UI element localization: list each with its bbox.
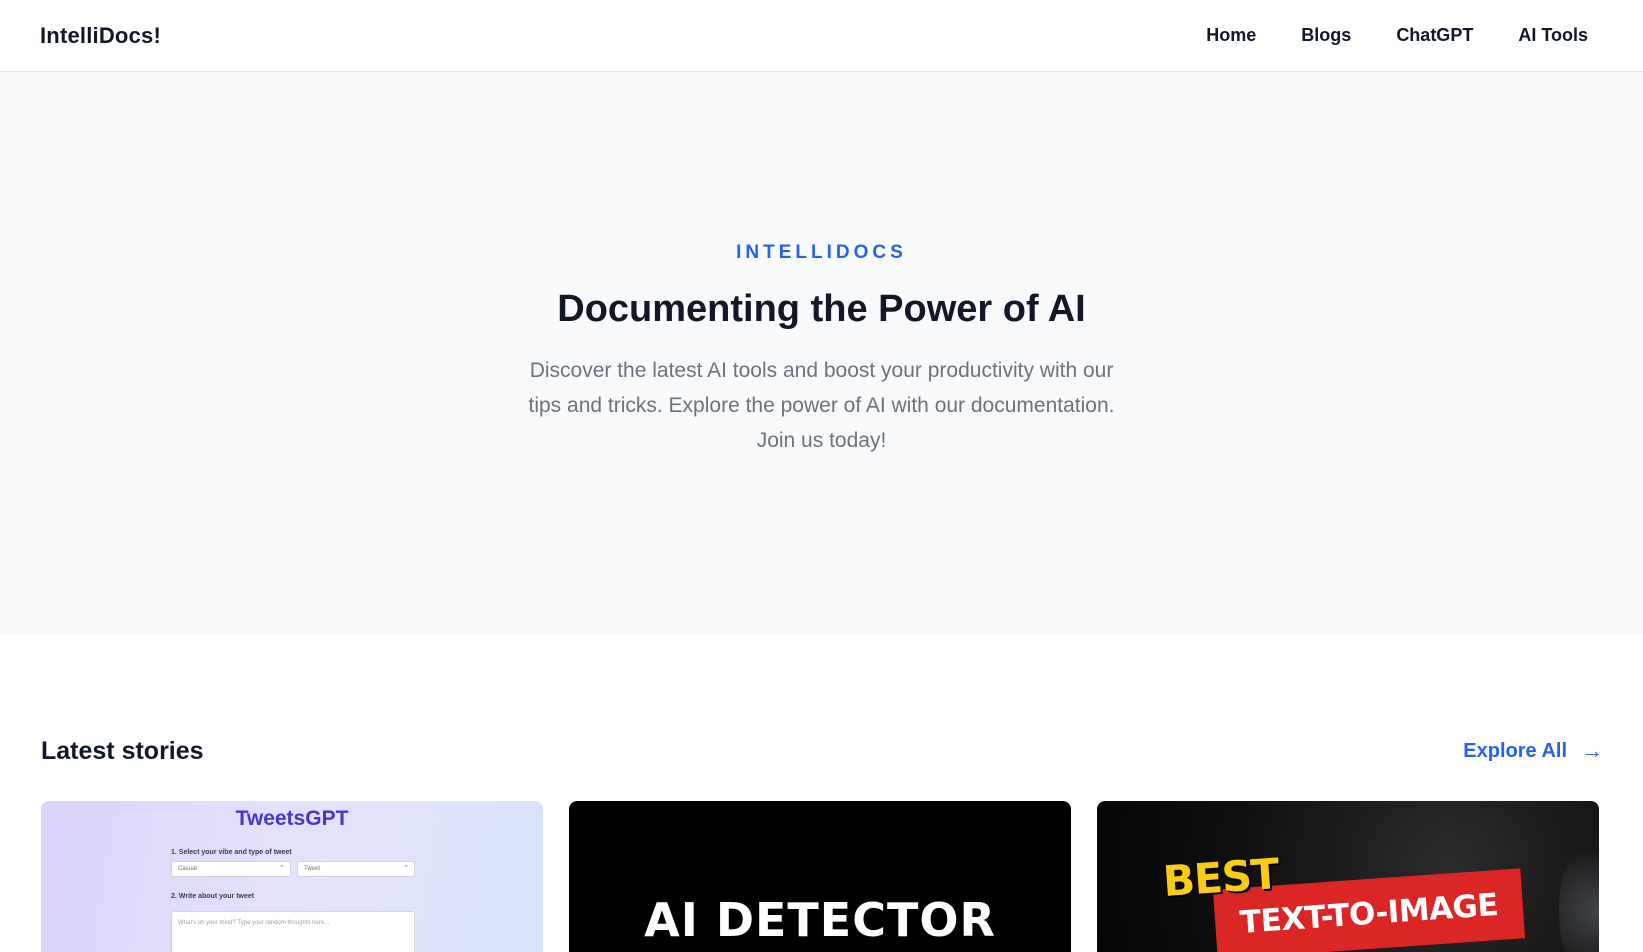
- nav-link-chatgpt[interactable]: ChatGPT: [1396, 25, 1473, 46]
- nav-link-blogs[interactable]: Blogs: [1301, 25, 1351, 46]
- card-image-select-type-value: Tweet: [304, 866, 321, 872]
- stories-title: Latest stories: [41, 736, 204, 765]
- card-image-step-1: 1. Select your vibe and type of tweet: [171, 849, 292, 856]
- card-image-title: TweetsGPT: [235, 807, 349, 830]
- card-image-select-type: Tweet ⌃: [297, 861, 415, 877]
- card-image-headline: AI DETECTOR: [644, 893, 996, 947]
- chevron-up-icon: ⌃: [403, 865, 409, 872]
- hero-description: Discover the latest AI tools and boost y…: [528, 359, 1115, 452]
- card-image-step-2: 2. Write about your tweet: [171, 893, 255, 900]
- story-card-tweetsgpt[interactable]: TweetsGPT 1. Select your vibe and type o…: [41, 801, 543, 952]
- explore-all-label: Explore All: [1463, 739, 1567, 762]
- story-card-text-to-image[interactable]: TEXT-TO-IMAGE BEST: [1097, 801, 1599, 952]
- arrow-right-icon: →: [1581, 738, 1603, 763]
- chevron-up-icon: ⌃: [279, 865, 285, 872]
- card-image-best-text: BEST: [1161, 849, 1281, 906]
- card-image-select-vibe: Casual ⌃: [171, 861, 291, 877]
- nav-link-ai-tools[interactable]: AI Tools: [1518, 25, 1588, 46]
- site-logo[interactable]: IntelliDocs!: [40, 23, 161, 49]
- hero-eyebrow: INTELLIDOCS: [736, 242, 907, 263]
- nav-link-home[interactable]: Home: [1206, 25, 1256, 46]
- top-navbar: IntelliDocs! Home Blogs ChatGPT AI Tools: [0, 0, 1643, 72]
- latest-stories-section: Latest stories Explore All → TweetsGPT 1…: [0, 634, 1643, 952]
- stories-header: Latest stories Explore All →: [41, 736, 1603, 766]
- story-cards: TweetsGPT 1. Select your vibe and type o…: [41, 801, 1603, 952]
- hero-section: INTELLIDOCS Documenting the Power of AI …: [0, 72, 1643, 634]
- main-nav: Home Blogs ChatGPT AI Tools: [1206, 25, 1588, 46]
- hero-title: Documenting the Power of AI: [557, 288, 1086, 330]
- card-image-textarea: What's on your mind? Type your random th…: [171, 911, 415, 952]
- story-card-ai-detector[interactable]: AI DETECTOR: [569, 801, 1071, 952]
- card-image-select-vibe-value: Casual: [178, 866, 197, 872]
- explore-all-link[interactable]: Explore All →: [1463, 738, 1603, 764]
